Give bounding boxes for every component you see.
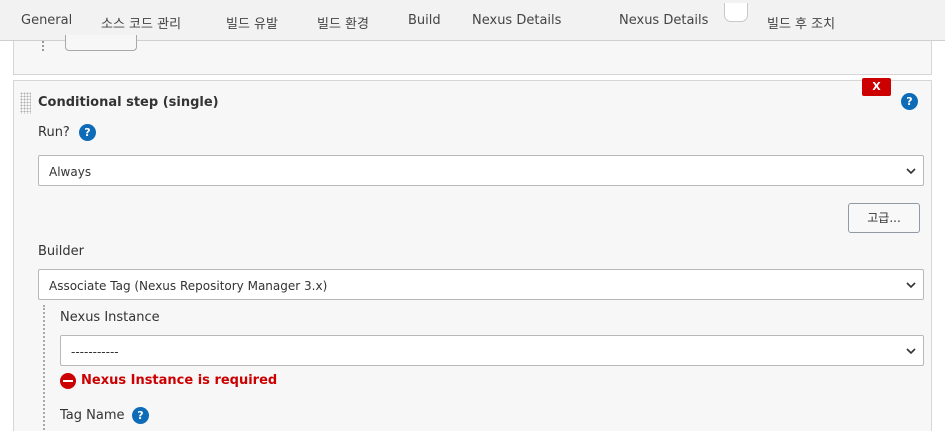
drag-handle-icon[interactable] xyxy=(20,92,31,114)
previous-step-button[interactable] xyxy=(65,35,137,51)
tab-bar: General 소스 코드 관리 빌드 유발 빌드 환경 Build Nexus… xyxy=(0,0,945,41)
run-condition-value: Always xyxy=(49,165,92,179)
previous-build-step xyxy=(13,35,932,75)
tab-blank-indicator xyxy=(724,3,748,22)
tab-nexus-details-1[interactable]: Nexus Details xyxy=(472,13,561,28)
nexus-instance-label: Nexus Instance xyxy=(60,310,160,325)
tab-general[interactable]: General xyxy=(21,13,72,28)
conditional-step-panel: Conditional step (single) X ? Run? ? Alw… xyxy=(13,78,932,431)
tab-build[interactable]: Build xyxy=(408,13,441,28)
tag-name-help-icon[interactable]: ? xyxy=(132,407,149,424)
tab-build-triggers[interactable]: 빌드 유발 xyxy=(226,13,278,32)
tab-source-code-management[interactable]: 소스 코드 관리 xyxy=(101,13,181,32)
builder-value: Associate Tag (Nexus Repository Manager … xyxy=(49,279,328,293)
tab-build-environment[interactable]: 빌드 환경 xyxy=(317,13,369,32)
run-condition-select[interactable]: Always xyxy=(38,155,924,186)
tag-name-label: Tag Name xyxy=(60,408,125,423)
builder-label: Builder xyxy=(38,244,84,259)
nexus-instance-select[interactable]: ----------- xyxy=(60,335,924,366)
run-label: Run? xyxy=(38,125,70,140)
nested-indent-line xyxy=(43,305,45,431)
delete-step-button[interactable]: X xyxy=(862,78,891,96)
nexus-instance-value: ----------- xyxy=(71,345,119,359)
help-icon[interactable]: ? xyxy=(901,93,918,110)
tab-post-build-actions[interactable]: 빌드 후 조치 xyxy=(767,13,835,32)
run-help-icon[interactable]: ? xyxy=(79,124,96,141)
chevron-down-icon xyxy=(906,168,916,175)
nested-indent-line xyxy=(42,41,44,51)
builder-select[interactable]: Associate Tag (Nexus Repository Manager … xyxy=(38,269,924,300)
tab-nexus-details-2[interactable]: Nexus Details xyxy=(619,13,708,28)
step-title: Conditional step (single) xyxy=(38,95,219,110)
chevron-down-icon xyxy=(906,348,916,355)
advanced-button[interactable]: 고급... xyxy=(848,203,920,233)
error-message: Nexus Instance is required xyxy=(81,373,278,388)
chevron-down-icon xyxy=(906,282,916,289)
error-icon xyxy=(60,373,76,389)
